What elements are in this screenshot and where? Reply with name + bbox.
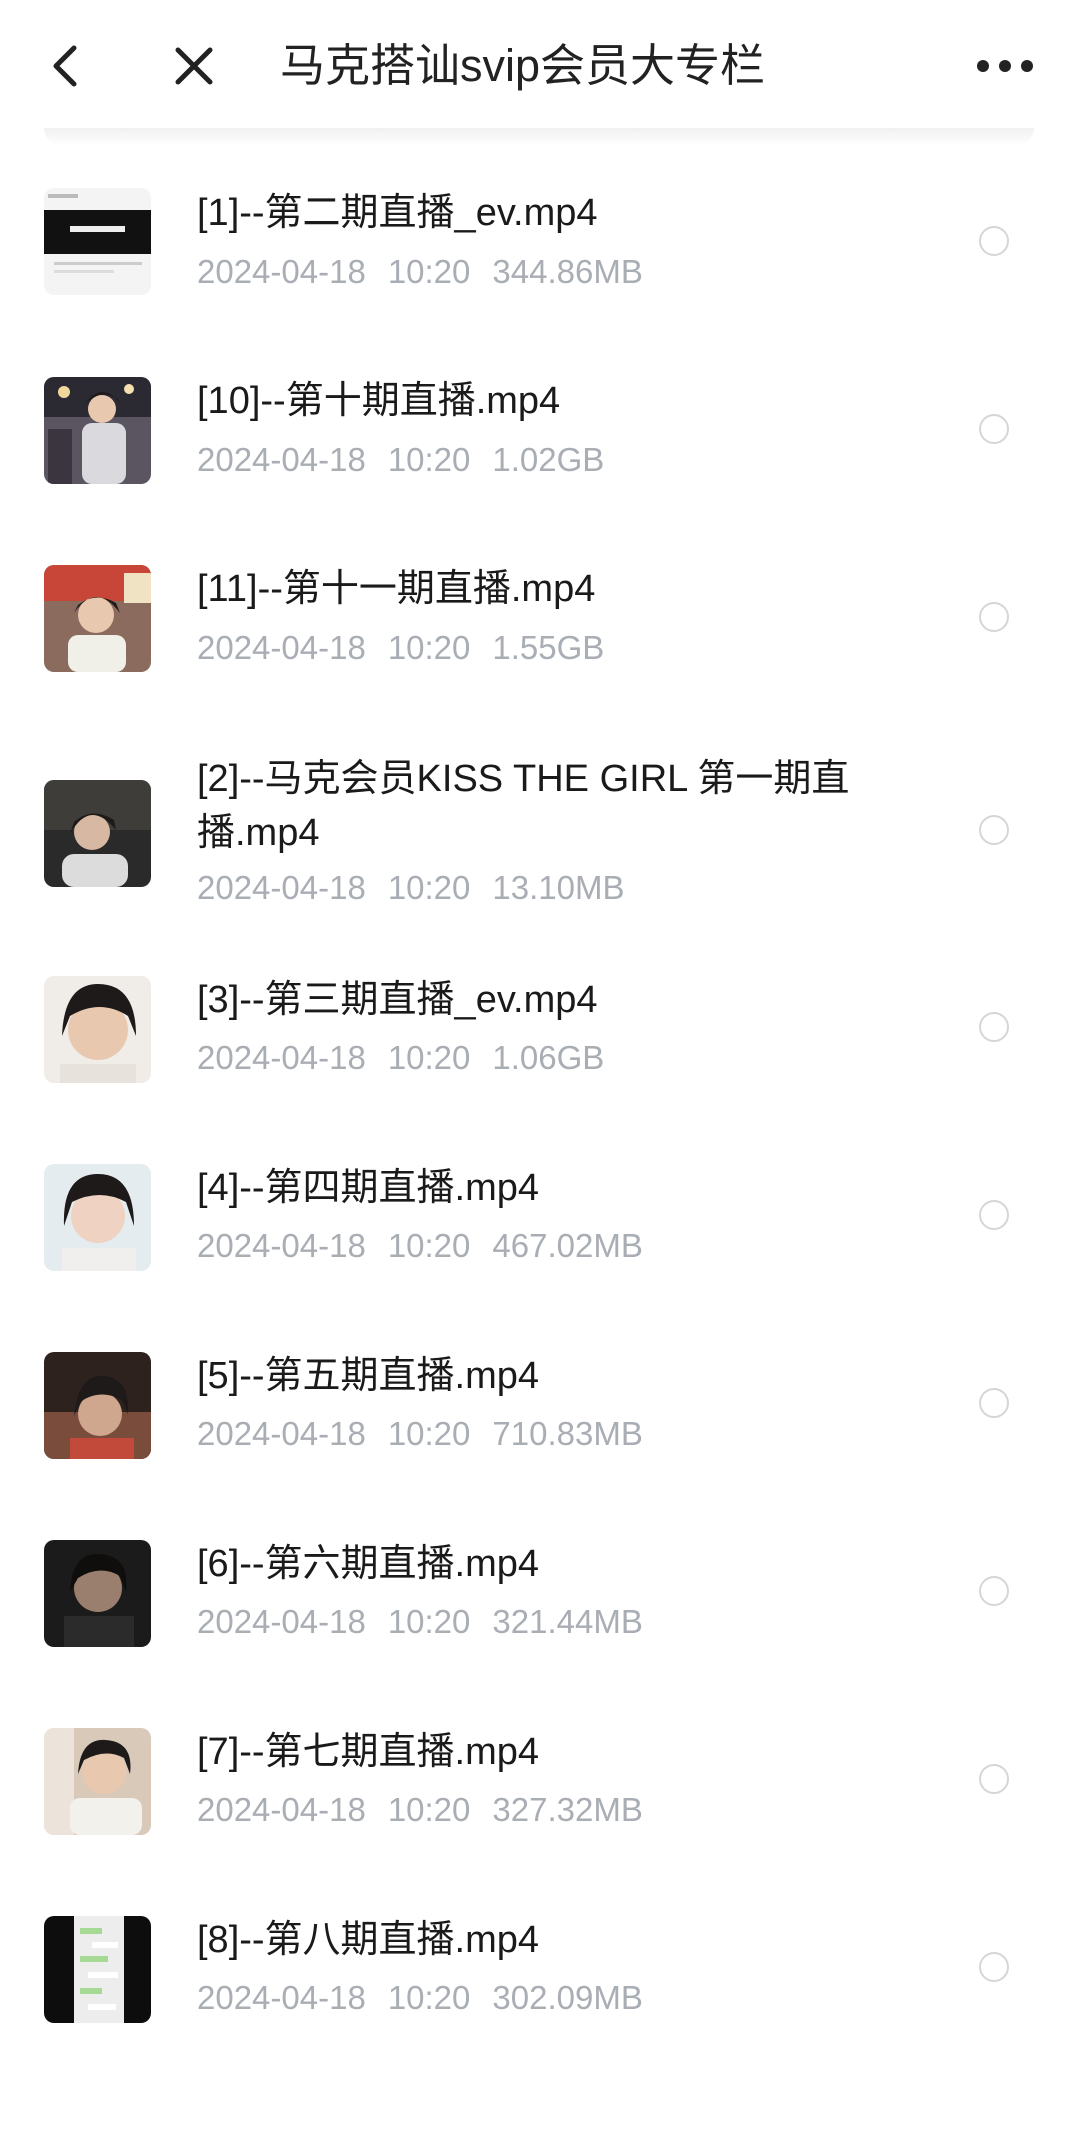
file-size: 1.55GB: [492, 629, 605, 666]
file-time: 10:20: [387, 1415, 471, 1452]
video-thumbnail[interactable]: [44, 377, 151, 484]
file-name[interactable]: [8]--第八期直播.mp4: [197, 1913, 897, 1967]
file-date: 2024-04-18: [197, 629, 366, 666]
file-date: 2024-04-18: [197, 1415, 366, 1452]
file-name[interactable]: [7]--第七期直播.mp4: [197, 1725, 897, 1779]
file-time: 10:20: [387, 1979, 471, 2016]
file-name[interactable]: [10]--第十期直播.mp4: [197, 374, 897, 428]
file-name[interactable]: [2]--马克会员KISS THE GIRL 第一期直播.mp4: [197, 752, 897, 860]
file-name[interactable]: [5]--第五期直播.mp4: [197, 1349, 897, 1403]
back-button[interactable]: [40, 38, 96, 94]
back-icon: [53, 45, 77, 87]
file-date: 2024-04-18: [197, 1039, 366, 1076]
select-radio[interactable]: [979, 1952, 1009, 1982]
file-meta: 2024-04-18 10:20 321.44MB: [197, 1602, 643, 1642]
file-meta: 2024-04-18 10:20 13.10MB: [197, 868, 625, 908]
file-time: 10:20: [387, 441, 471, 478]
file-name[interactable]: [4]--第四期直播.mp4: [197, 1161, 897, 1215]
file-time: 10:20: [387, 1603, 471, 1640]
file-size: 1.02GB: [492, 441, 605, 478]
file-time: 10:20: [387, 1227, 471, 1264]
select-radio[interactable]: [979, 226, 1009, 256]
file-meta: 2024-04-18 10:20 344.86MB: [197, 252, 643, 292]
file-date: 2024-04-18: [197, 869, 366, 906]
video-thumbnail[interactable]: [44, 1540, 151, 1647]
file-time: 10:20: [387, 629, 471, 666]
file-meta: 2024-04-18 10:20 1.55GB: [197, 628, 604, 668]
file-time: 10:20: [387, 1039, 471, 1076]
file-meta: 2024-04-18 10:20 1.06GB: [197, 1038, 604, 1078]
file-meta: 2024-04-18 10:20 1.02GB: [197, 440, 604, 480]
file-size: 344.86MB: [492, 253, 643, 290]
video-thumbnail[interactable]: [44, 1164, 151, 1271]
file-size: 1.06GB: [492, 1039, 605, 1076]
file-meta: 2024-04-18 10:20 327.32MB: [197, 1790, 643, 1830]
video-thumbnail[interactable]: [44, 1728, 151, 1835]
file-size: 327.32MB: [492, 1791, 643, 1828]
file-name[interactable]: [6]--第六期直播.mp4: [197, 1537, 897, 1591]
file-size: 467.02MB: [492, 1227, 643, 1264]
file-name[interactable]: [3]--第三期直播_ev.mp4: [197, 973, 897, 1027]
select-radio[interactable]: [979, 602, 1009, 632]
file-time: 10:20: [387, 869, 471, 906]
video-thumbnail[interactable]: [44, 565, 151, 672]
file-date: 2024-04-18: [197, 1979, 366, 2016]
page-title: 马克搭讪svip会员大专栏: [280, 40, 766, 91]
file-meta: 2024-04-18 10:20 467.02MB: [197, 1226, 643, 1266]
file-date: 2024-04-18: [197, 1227, 366, 1264]
select-radio[interactable]: [979, 1764, 1009, 1794]
video-thumbnail[interactable]: [44, 780, 151, 887]
file-name[interactable]: [11]--第十一期直播.mp4: [197, 562, 897, 616]
file-date: 2024-04-18: [197, 441, 366, 478]
video-thumbnail[interactable]: [44, 1352, 151, 1459]
file-date: 2024-04-18: [197, 253, 366, 290]
file-date: 2024-04-18: [197, 1603, 366, 1640]
file-time: 10:20: [387, 253, 471, 290]
more-button[interactable]: [970, 38, 1040, 94]
select-radio[interactable]: [979, 815, 1009, 845]
video-thumbnail[interactable]: [44, 976, 151, 1083]
select-radio[interactable]: [979, 1200, 1009, 1230]
file-name[interactable]: [1]--第二期直播_ev.mp4: [197, 186, 897, 240]
select-radio[interactable]: [979, 1012, 1009, 1042]
file-size: 710.83MB: [492, 1415, 643, 1452]
file-meta: 2024-04-18 10:20 302.09MB: [197, 1978, 643, 2018]
file-date: 2024-04-18: [197, 1791, 366, 1828]
select-radio[interactable]: [979, 414, 1009, 444]
select-radio[interactable]: [979, 1576, 1009, 1606]
file-list: [1]--第二期直播_ev.mp4 2024-04-18 10:20 344.86MB…: [0, 0, 1080, 2136]
file-size: 321.44MB: [492, 1603, 643, 1640]
video-thumbnail[interactable]: [44, 188, 151, 295]
select-radio[interactable]: [979, 1388, 1009, 1418]
file-size: 302.09MB: [492, 1979, 643, 2016]
more-icon: [977, 60, 1033, 72]
video-thumbnail[interactable]: [44, 1916, 151, 2023]
file-meta: 2024-04-18 10:20 710.83MB: [197, 1414, 643, 1454]
file-size: 13.10MB: [492, 869, 625, 906]
top-bar: 马克搭讪svip会员大专栏: [0, 0, 1080, 146]
header-divider: [44, 128, 1034, 146]
close-icon: [175, 47, 213, 85]
close-button[interactable]: [166, 38, 222, 94]
file-time: 10:20: [387, 1791, 471, 1828]
